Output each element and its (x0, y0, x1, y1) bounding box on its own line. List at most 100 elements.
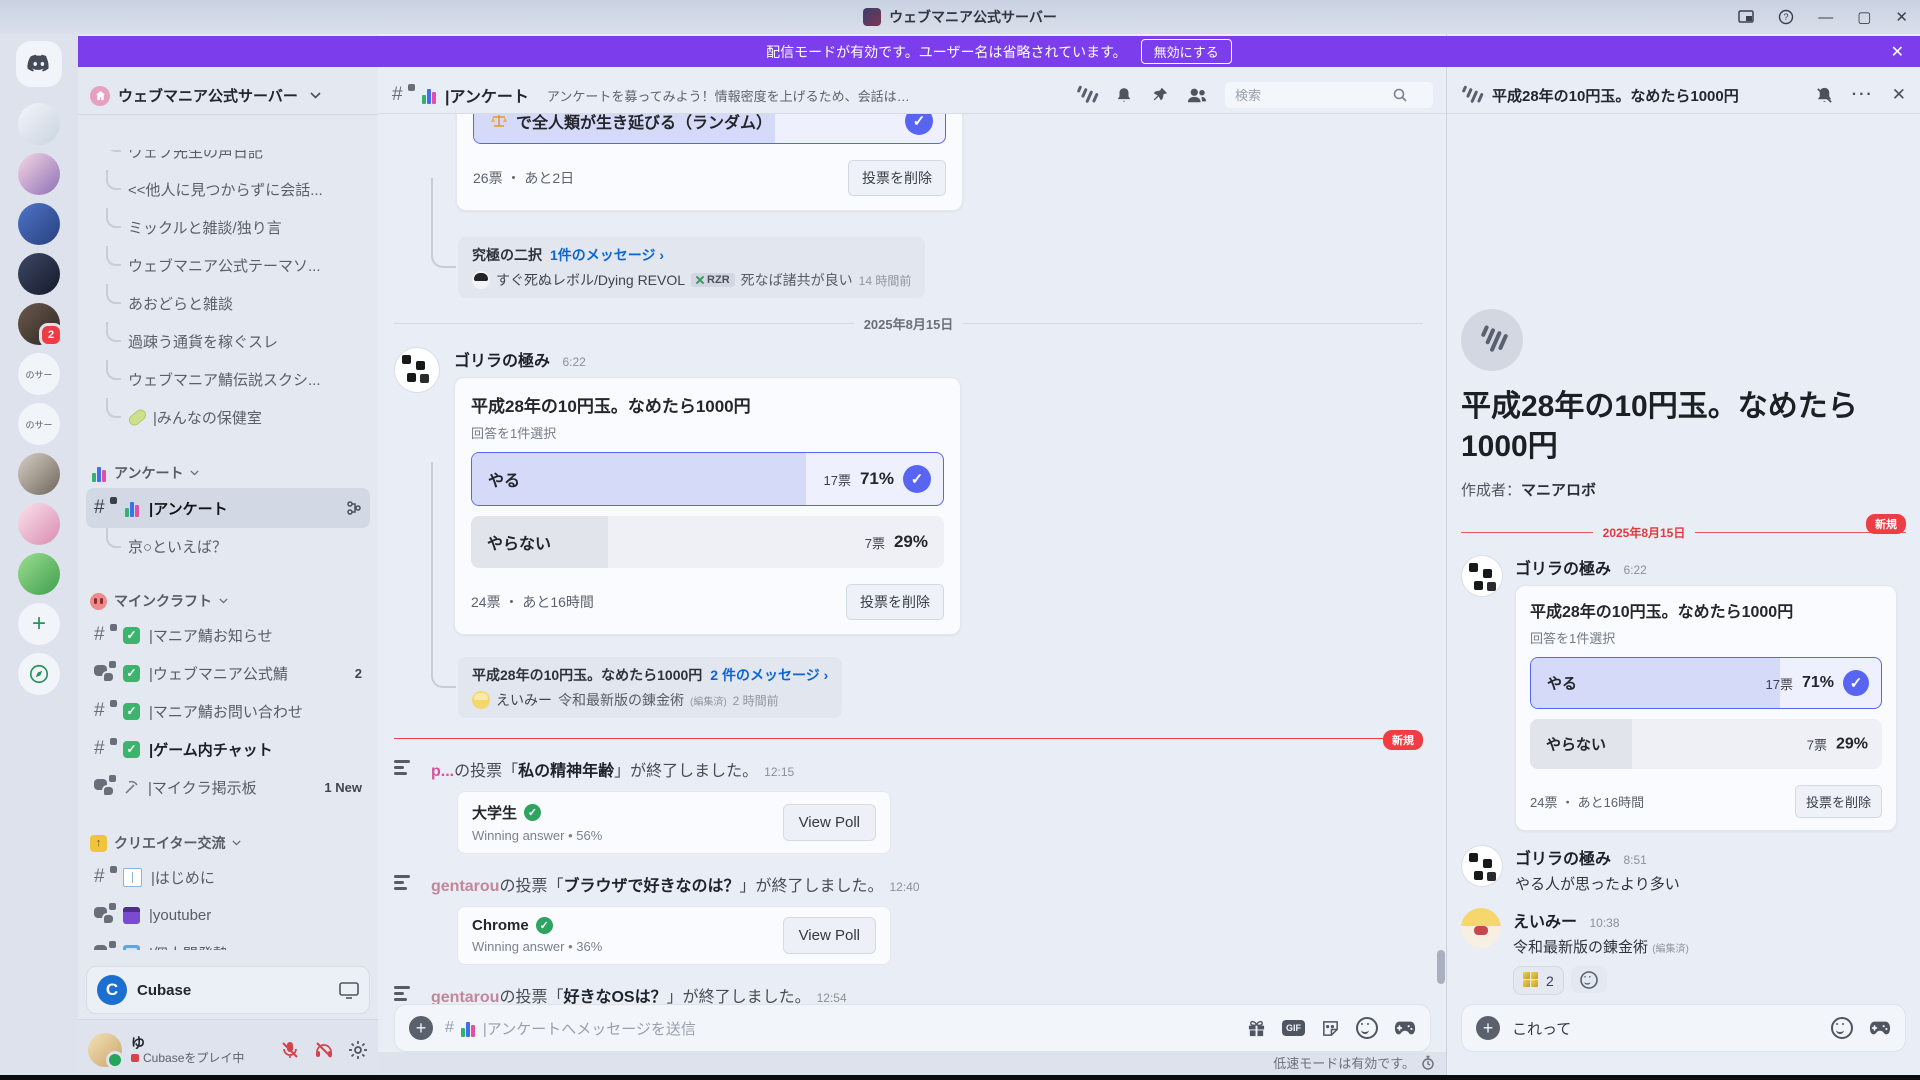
category-poll[interactable]: アンケート (86, 458, 370, 488)
message[interactable]: えいみー 10:38 令和最新版の錬金術 (編集済) 2 (1461, 908, 1906, 995)
message[interactable]: ゴリラの極み 6:22 平成28年の10円玉。なめたら1000円 回答を1件選択… (394, 347, 1447, 635)
server-icon-with-badge[interactable]: 2 (18, 303, 60, 345)
poll-option[interactable]: やらない 7票 29% (471, 516, 944, 568)
attach-plus-icon[interactable]: + (409, 1016, 433, 1040)
channel-list[interactable]: ウェブ先生の声日記 <<他人に見つからずに会話... ミックルと雑談/独り言 ウ… (78, 150, 378, 950)
screen-share-icon[interactable] (339, 982, 359, 999)
settings-gear-icon[interactable] (348, 1040, 368, 1060)
category-creator[interactable]: ↑ クリエイター交流 (86, 828, 370, 858)
poll-option-selected[interactable]: やる 17票 71% ✓ (471, 452, 944, 506)
message-author[interactable]: えいみー (1513, 914, 1577, 931)
server-icon[interactable] (18, 153, 60, 195)
message-list[interactable]: で全人類が生き延びる（ランダム） ✓ 26票 ・ あと2日 投票を削除 究極の二… (378, 113, 1447, 1006)
user-panel[interactable]: ゆ Cubaseをプレイ中 (78, 1019, 378, 1080)
avatar[interactable] (88, 1033, 122, 1067)
channel-item[interactable]: # ✓ |マニア鯖お問い合わせ (86, 692, 370, 730)
remove-vote-button[interactable]: 投票を削除 (1795, 785, 1882, 818)
poll-option[interactable]: やらない 7票 29% (1530, 719, 1882, 769)
poll-owner[interactable]: gentarou (431, 878, 499, 895)
remove-vote-button[interactable]: 投票を削除 (848, 160, 946, 196)
mic-muted-icon[interactable] (280, 1040, 300, 1060)
server-header[interactable]: ウェブマニア公式サーバー (78, 77, 378, 115)
server-icon[interactable] (18, 103, 60, 145)
maximize-button[interactable]: ▢ (1857, 10, 1871, 25)
server-icon[interactable] (18, 453, 60, 495)
message-author[interactable]: ゴリラの極み (454, 353, 550, 370)
notifications-bell-icon[interactable] (1115, 86, 1133, 105)
game-controller-icon[interactable] (1869, 1020, 1891, 1036)
close-window-button[interactable]: ✕ (1895, 10, 1908, 25)
thread-item[interactable]: <<他人に見つからずに会話... (86, 170, 370, 208)
avatar[interactable] (394, 347, 440, 393)
sticker-icon[interactable] (1321, 1019, 1340, 1038)
threads-icon[interactable] (1074, 85, 1098, 105)
members-icon[interactable] (1187, 86, 1207, 104)
more-options-icon[interactable]: ··· (1852, 86, 1874, 104)
poll-option-selected[interactable]: で全人類が生き延びる（ランダム） ✓ (473, 113, 946, 144)
thread-panel-body[interactable]: 平成28年の10円玉。なめたら1000円 作成者：マニアロボ 2025年8月15… (1447, 113, 1920, 1006)
thread-message-count-link[interactable]: 1件のメッセージ › (550, 245, 664, 265)
thread-item[interactable]: 過疎う通貨を稼ぐスレ (86, 322, 370, 360)
add-server-button[interactable]: + (18, 603, 60, 645)
disable-streamer-mode-button[interactable]: 無効にする (1141, 39, 1232, 64)
bell-muted-icon[interactable] (1815, 86, 1834, 105)
thread-preview[interactable]: 平成28年の10円玉。なめたら1000円 2 件のメッセージ › えいみー 令和… (458, 657, 842, 718)
deafen-icon[interactable] (314, 1040, 334, 1060)
thread-item[interactable]: |みんなの保健室 (86, 398, 370, 436)
thread-item[interactable]: あおどらと雑談 (86, 284, 370, 322)
scrollbar-thumb[interactable] (1437, 950, 1445, 984)
emoji-picker-icon[interactable] (1356, 1017, 1378, 1039)
message[interactable]: ゴリラの極み 6:22 平成28年の10円玉。なめたら1000円 回答を1件選択… (1461, 555, 1906, 831)
server-icon-text[interactable]: のサー (18, 403, 60, 445)
server-icon-text[interactable]: のサー (18, 353, 60, 395)
search-box[interactable] (1225, 82, 1433, 108)
view-poll-button[interactable]: View Poll (783, 804, 876, 841)
message-composer[interactable]: + # |アンケートへメッセージを送信 GIF (394, 1004, 1431, 1052)
thread-item[interactable]: ミックルと雑談/独り言 (86, 208, 370, 246)
add-reaction-button[interactable] (1571, 966, 1607, 993)
server-icon[interactable] (18, 553, 60, 595)
explore-servers-button[interactable] (18, 653, 60, 695)
thread-message-count-link[interactable]: 2 件のメッセージ › (710, 665, 828, 685)
composer-placeholder[interactable]: # |アンケートへメッセージを送信 (445, 1018, 696, 1039)
thread-item[interactable]: ウェブマニア鯖伝説スクシ... (86, 360, 370, 398)
game-controller-icon[interactable] (1394, 1020, 1416, 1036)
channel-item[interactable]: # ✓ |マニア鯖お知らせ (86, 616, 370, 654)
message-author[interactable]: ゴリラの極み (1515, 561, 1611, 578)
thread-preview[interactable]: 究極の二択 1件のメッセージ › すぐ死ぬレボル/Dying REVOL RZR… (458, 237, 925, 298)
attach-plus-icon[interactable]: + (1476, 1016, 1500, 1040)
poll-owner[interactable]: p... (431, 763, 454, 780)
channel-item[interactable]: |個人開発勢 (86, 934, 370, 950)
banner-close-icon[interactable]: ✕ (1891, 42, 1904, 62)
avatar[interactable] (1461, 908, 1501, 948)
avatar[interactable] (1461, 845, 1503, 887)
view-poll-button[interactable]: View Poll (783, 917, 876, 954)
help-icon[interactable]: ? (1778, 9, 1794, 25)
category-minecraft[interactable]: マインクラフト (86, 586, 370, 616)
server-icon[interactable] (18, 253, 60, 295)
follow-tree-icon[interactable] (346, 500, 362, 516)
voice-activity-panel[interactable]: C Cubase (86, 966, 370, 1014)
remove-vote-button[interactable]: 投票を削除 (846, 584, 944, 620)
minimize-button[interactable]: — (1818, 10, 1833, 25)
thread-item-kyo[interactable]: 京○といえば？ (86, 528, 370, 564)
emoji-picker-icon[interactable] (1831, 1017, 1853, 1039)
search-input[interactable] (1233, 87, 1387, 104)
avatar[interactable] (1461, 555, 1503, 597)
channel-item[interactable]: ✓ |ウェブマニア公式鯖 2 (86, 654, 370, 692)
gift-icon[interactable] (1247, 1019, 1266, 1038)
channel-item[interactable]: |マイクラ掲示板 1 New (86, 768, 370, 806)
close-panel-icon[interactable]: ✕ (1892, 85, 1906, 105)
channel-poll-selected[interactable]: # |アンケート (86, 488, 370, 528)
reaction-pill[interactable]: 2 (1513, 966, 1564, 995)
channel-topic[interactable]: アンケートを募ってみよう！情報密度を上げるため、会話は厳禁で... (547, 86, 917, 105)
pin-icon[interactable] (1151, 86, 1169, 104)
channel-item-unread[interactable]: # ✓ |ゲーム内チャット (86, 730, 370, 768)
message[interactable]: ゴリラの極み 8:51 やる人が思ったより多い (1461, 845, 1906, 894)
thread-item[interactable]: ウェブ先生の声日記 (86, 150, 370, 170)
discord-home-button[interactable] (16, 41, 62, 87)
message-author[interactable]: ゴリラの極み (1515, 851, 1611, 868)
server-icon[interactable] (18, 503, 60, 545)
channel-item[interactable]: # |はじめに (86, 858, 370, 896)
composer-draft-text[interactable]: これって (1512, 1018, 1571, 1039)
